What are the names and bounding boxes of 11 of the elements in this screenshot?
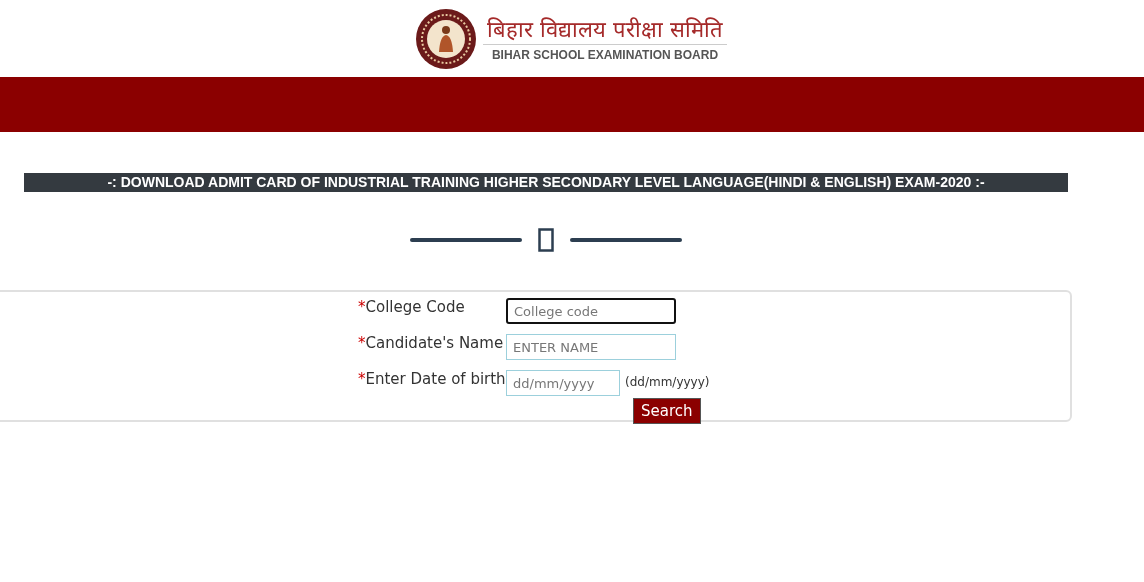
page-heading: -: DOWNLOAD ADMIT CARD OF INDUSTRIAL TRAINING HIGHER SECONDARY LEVEL LANGUAGE(HINDI & ENGLISH) EXAM-2020 :- (24, 173, 1068, 192)
board-name-hindi: बिहार विद्यालय परीक्षा समिति (483, 15, 727, 45)
placeholder-glyph-icon (538, 228, 554, 252)
seal-icon (415, 7, 477, 70)
input-field[interactable]: College code (506, 298, 676, 324)
field-label: *Candidate's Name (358, 333, 505, 354)
search-button[interactable]: Search (633, 398, 701, 424)
board-name: BIHAR SCHOOL EXAMINATION BOARD (491, 47, 719, 62)
field-label: *Enter Date of birth (358, 369, 506, 390)
format-hint: (dd/mm/yyyy) (625, 375, 710, 389)
field-label: *College Code (358, 297, 466, 318)
